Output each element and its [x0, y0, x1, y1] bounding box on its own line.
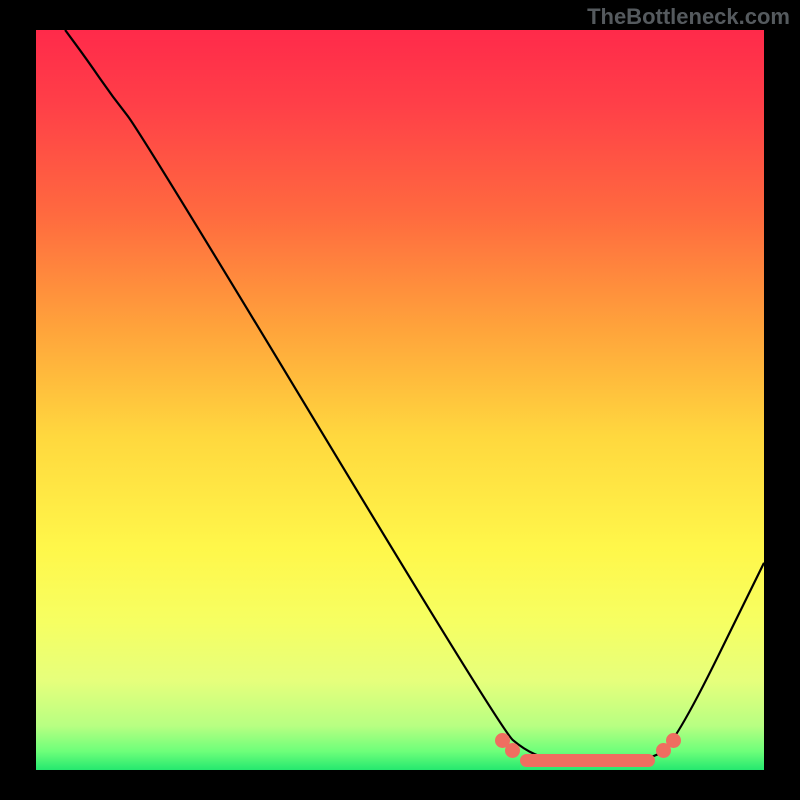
bottleneck-curve — [36, 30, 764, 770]
watermark-text: TheBottleneck.com — [587, 4, 790, 30]
flat-region-bar — [520, 754, 655, 767]
plot-area — [36, 30, 764, 770]
chart-frame: TheBottleneck.com — [0, 0, 800, 800]
